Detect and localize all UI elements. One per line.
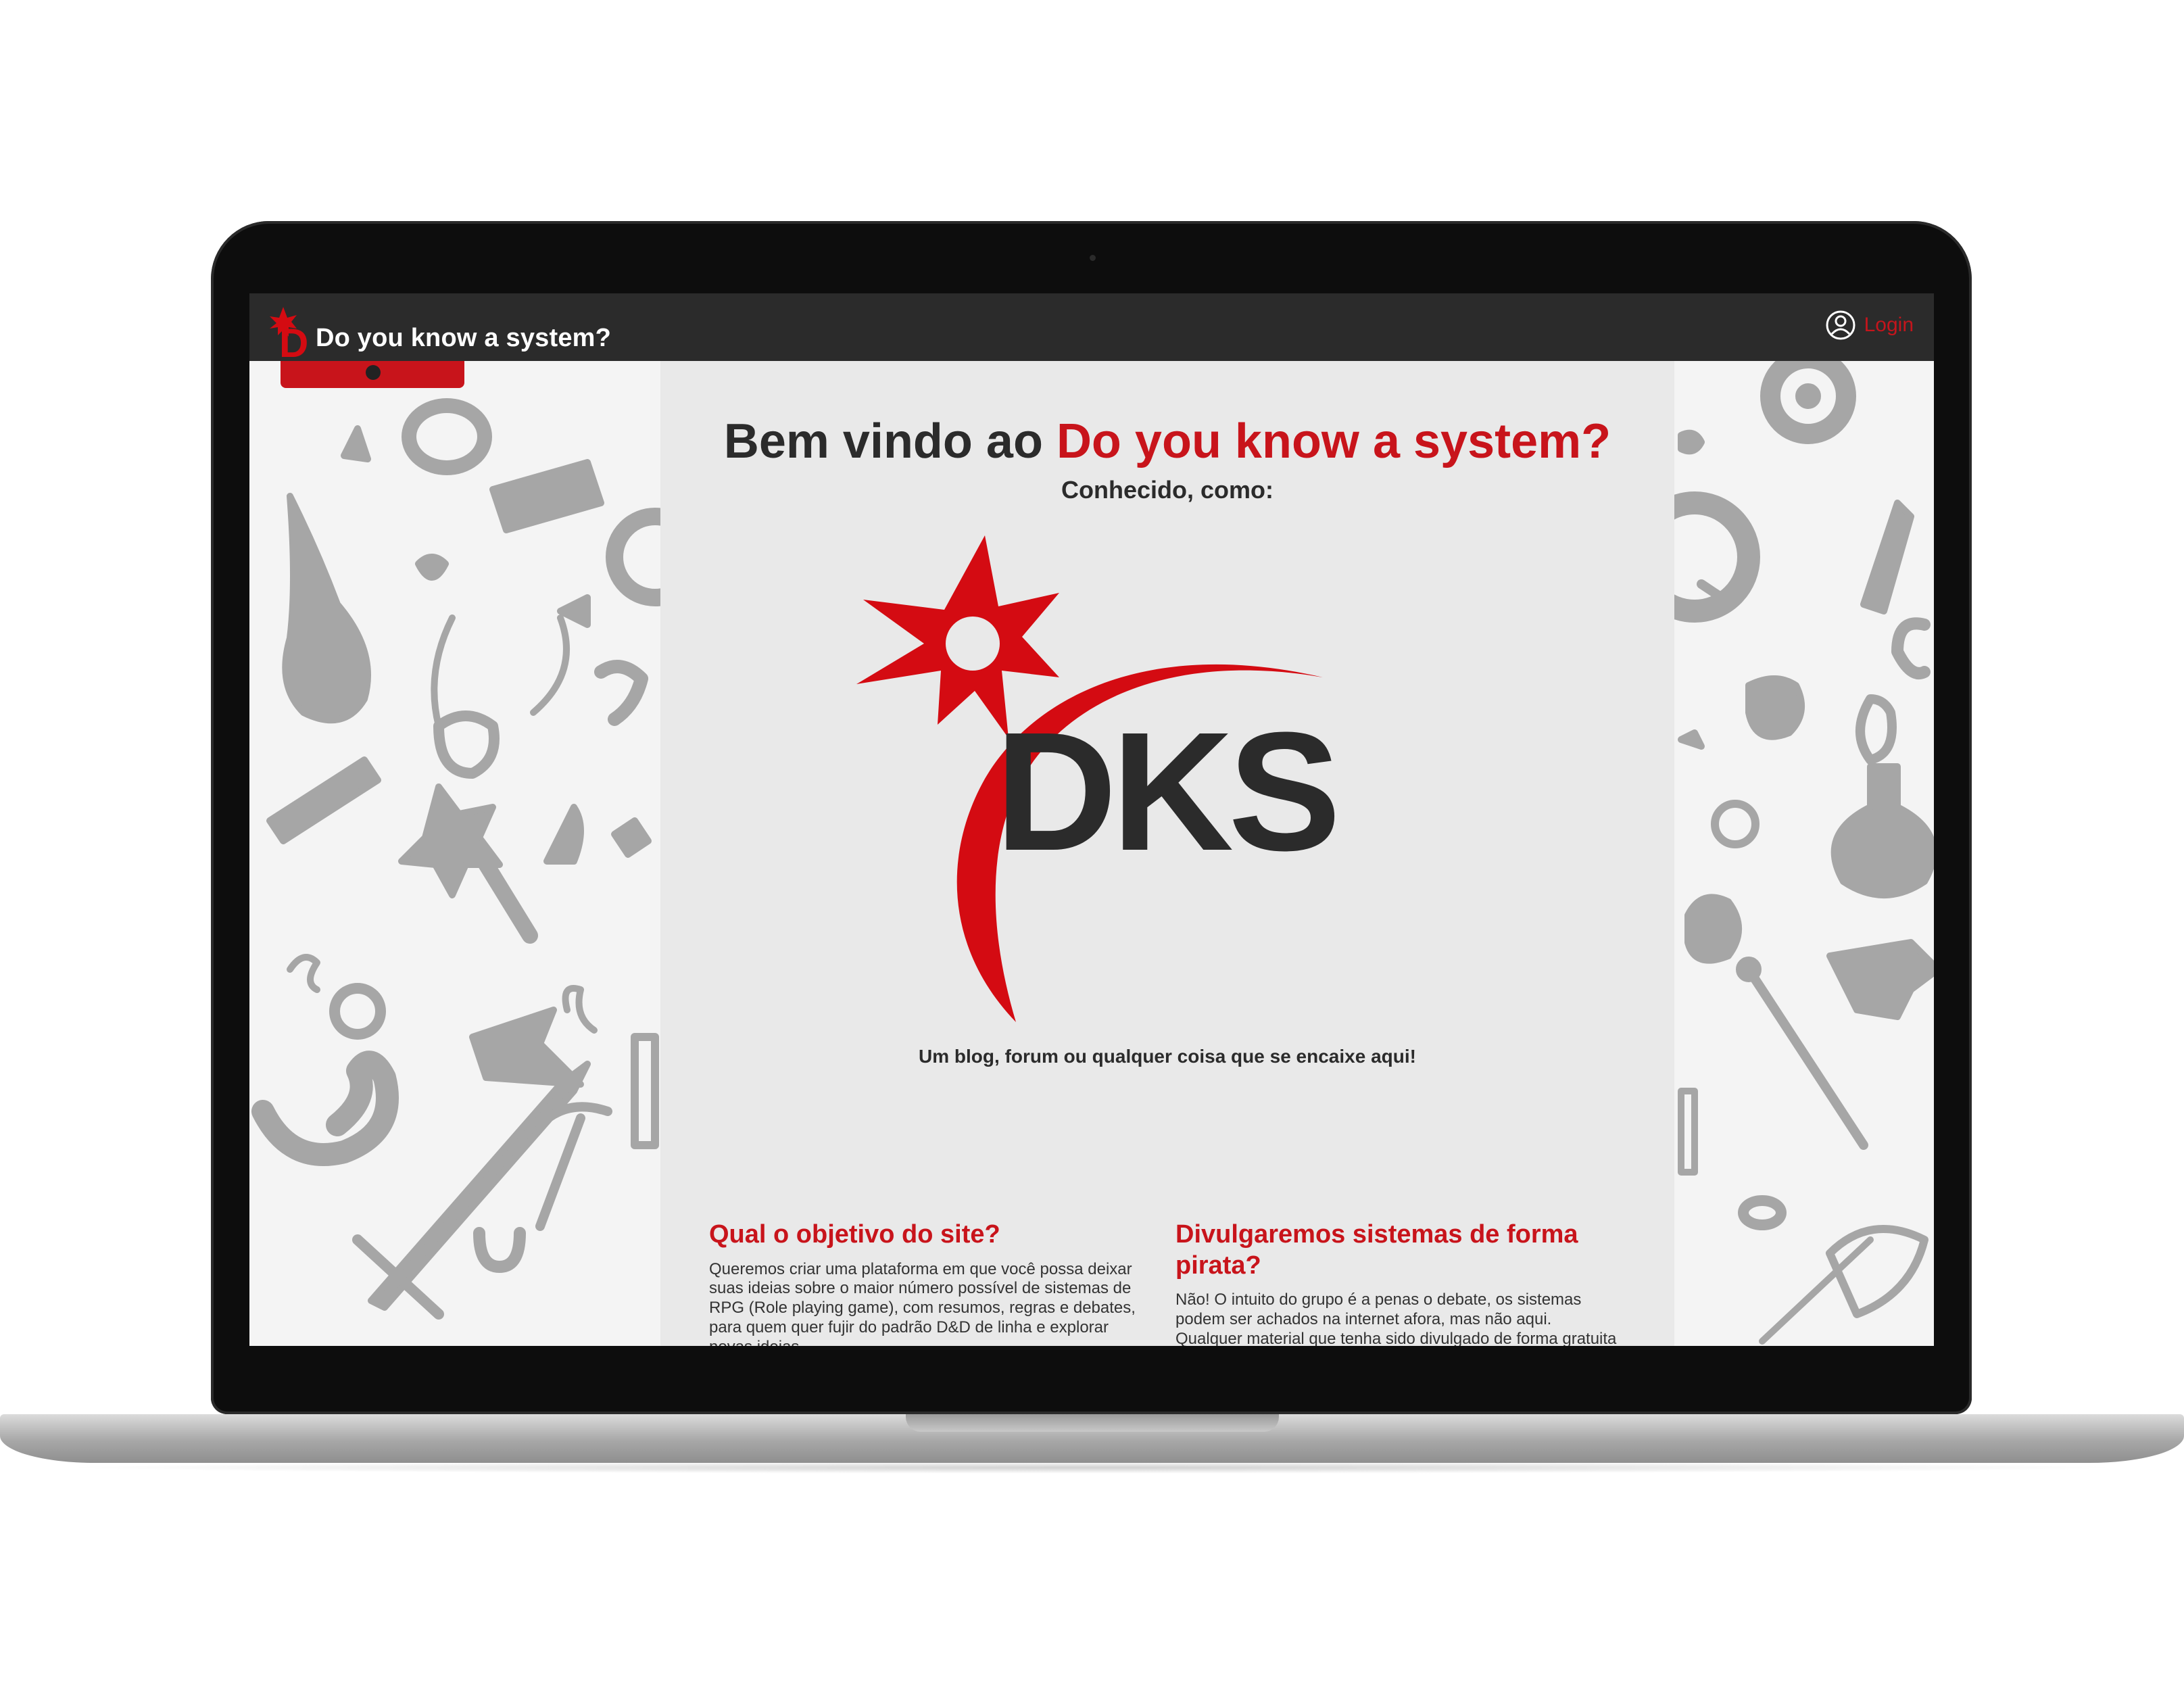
user-circle-icon <box>1826 310 1855 340</box>
doodle-background-left <box>249 361 660 1346</box>
browser-viewport: Bem vindo ao Do you know a system? Conhe… <box>249 293 1934 1346</box>
section-objective: Qual o objetivo do site? Queremos criar … <box>709 1220 1155 1346</box>
tab-dot-icon <box>366 365 381 380</box>
dks-logo: DKS <box>856 535 1341 1022</box>
laptop-shadow <box>54 1462 2130 1474</box>
section-body: Não! O intuito do grupo é a penas o deba… <box>1175 1290 1617 1346</box>
login-link[interactable]: Login <box>1825 310 1914 341</box>
tagline: Um blog, forum ou qualquer coisa que se … <box>919 1046 1416 1067</box>
main-content: Bem vindo ao Do you know a system? Conhe… <box>660 361 1674 1346</box>
section-body: Queremos criar uma plataforma em que voc… <box>709 1259 1136 1346</box>
welcome-heading: Bem vindo ao Do you know a system? <box>660 414 1674 469</box>
brand-link[interactable]: D Do you know a system? <box>270 299 611 360</box>
section-piracy: Divulgaremos sistemas de forma pirata? N… <box>1175 1220 1622 1346</box>
logo-text: DKS <box>995 697 1336 886</box>
doodle-background-right <box>1674 361 1934 1346</box>
welcome-prefix: Bem vindo ao <box>723 414 1057 468</box>
section-title: Qual o objetivo do site? <box>709 1220 1000 1249</box>
welcome-site-name: Do you know a system? <box>1056 414 1611 468</box>
logo-starburst-core <box>946 617 1000 671</box>
rpg-doodles-left <box>251 398 660 1320</box>
dropdown-tab[interactable] <box>281 361 464 388</box>
svg-text:D: D <box>279 320 308 360</box>
rpg-doodles-right <box>1674 361 1934 1345</box>
known-as-label: Conhecido, como: <box>1061 476 1273 504</box>
site-header: D Do you know a system? Login <box>249 293 1934 361</box>
webcam <box>1090 255 1096 261</box>
login-label: Login <box>1864 314 1914 336</box>
laptop-notch <box>906 1414 1279 1432</box>
brand-title: Do you know a system? <box>316 324 612 352</box>
brand-logo-icon: D <box>270 307 308 360</box>
section-title: Divulgaremos sistemas de forma pirata? <box>1175 1220 1578 1280</box>
